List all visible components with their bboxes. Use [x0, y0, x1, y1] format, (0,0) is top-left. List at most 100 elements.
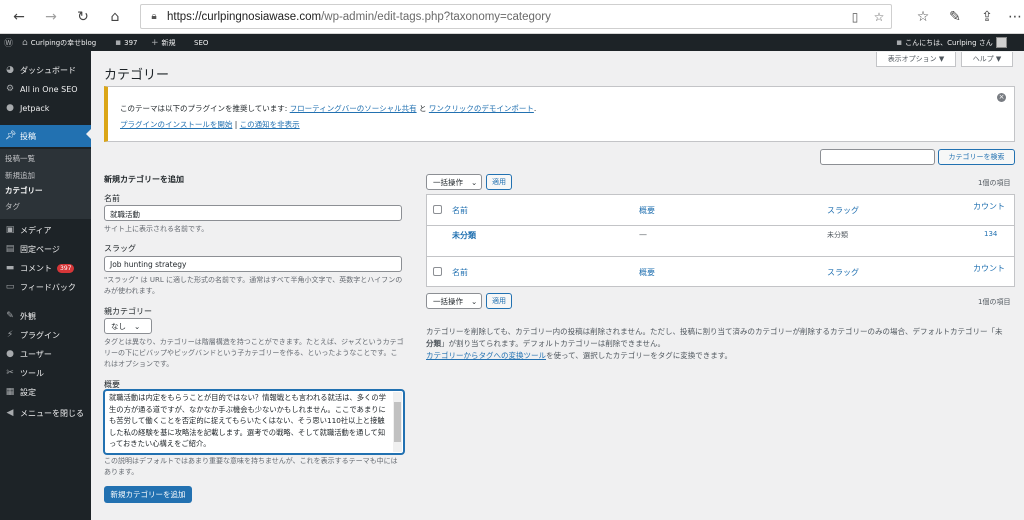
lock-icon[interactable]: 🔒︎ [141, 11, 167, 22]
submenu-all-posts[interactable]: 投稿一覧 [5, 153, 35, 164]
column-description-bottom[interactable]: 概要 [639, 267, 655, 278]
collapse-menu-button[interactable]: ◀ メニューを閉じる [0, 404, 91, 422]
category-slug: 未分類 [827, 231, 848, 239]
select-all-checkbox[interactable] [433, 205, 442, 214]
home-icon[interactable]: ⌂ [104, 6, 126, 28]
dismiss-icon[interactable]: × [997, 93, 1006, 102]
column-name[interactable]: 名前 [452, 205, 468, 216]
plugin-notice: このテーマは以下のプラグインを推奨しています: フローティングバーのソーシャル共… [104, 86, 1015, 142]
column-description[interactable]: 概要 [639, 205, 655, 216]
comments-link[interactable]: ▪ 397 [115, 34, 137, 51]
pen-icon[interactable]: ✎ [944, 6, 966, 28]
table-header-row: 名前 概要 スラッグ カウント [427, 195, 1014, 226]
collapse-icon: ◀ [6, 408, 14, 418]
seo-icon: ⚙ [5, 84, 15, 94]
help-button[interactable]: ヘルプ ▼ [961, 52, 1013, 67]
select-all-checkbox-bottom[interactable] [433, 267, 442, 276]
search-categories-button[interactable]: カテゴリーを検索 [938, 149, 1015, 165]
sidebar-item-dashboard[interactable]: ◕ ダッシュボード [0, 61, 91, 79]
sidebar-item-comments[interactable]: ▬ コメント 397 [0, 259, 91, 277]
settings-icon: ▦ [5, 387, 15, 397]
sidebar-item-feedback[interactable]: ▭ フィードバック [0, 278, 91, 296]
site-name-link[interactable]: ⌂ Curlpingの幸せblog [22, 34, 96, 51]
notice-link-demo-import[interactable]: ワンクリックのデモインポート [429, 104, 534, 113]
current-arrow [86, 129, 91, 139]
description-textarea[interactable]: 就職活動は内定をもらうことが目的ではない？情報戦とも言われる就活は、多くの学生の… [104, 390, 404, 454]
feedback-icon: ▭ [5, 282, 15, 292]
address-bar[interactable]: 🔒︎ https://curlpingnosiawase.com/wp-admi… [140, 4, 892, 29]
new-content-link[interactable]: + 新規 [151, 34, 176, 51]
appearance-icon: ✎ [6, 311, 14, 321]
submenu-categories[interactable]: カテゴリー [5, 185, 43, 196]
column-slug[interactable]: スラッグ [827, 205, 859, 216]
seo-link[interactable]: SEO [194, 34, 208, 51]
comment-count-badge: 397 [57, 263, 75, 273]
avatar [995, 37, 1007, 48]
category-name-link[interactable]: 未分類 [452, 230, 476, 241]
bulk-action-select-top[interactable]: 一括操作 ⌄ [426, 174, 482, 190]
categories-table: 名前 概要 スラッグ カウント 未分類 — 未分類 134 名前 概要 スラッグ… [426, 194, 1015, 287]
comment-icon: ▬ [5, 263, 15, 273]
apply-button-bottom[interactable]: 適用 [486, 293, 512, 309]
wordpress-logo-icon[interactable]: Ⓦ [4, 34, 13, 51]
page-icon: ▤ [5, 244, 15, 254]
favorite-star-icon[interactable]: ☆ [871, 10, 887, 24]
category-tag-converter-link[interactable]: カテゴリーからタグへの変換ツール [426, 351, 546, 360]
jetpack-icon: ● [6, 103, 14, 113]
category-delete-note: カテゴリーを削除しても、カテゴリー内の投稿は削除されません。ただし、投稿に割り当… [426, 327, 1003, 360]
sidebar-item-jetpack[interactable]: ● Jetpack [0, 99, 91, 117]
sidebar-item-media[interactable]: ▣ メディア [0, 221, 91, 239]
sidebar-item-pages[interactable]: ▤ 固定ページ [0, 240, 91, 258]
url-text[interactable]: https://curlpingnosiawase.com/wp-admin/e… [167, 11, 551, 23]
submenu-add-new[interactable]: 新規追加 [5, 170, 35, 181]
description-label: 概要 [104, 380, 120, 389]
sidebar-item-posts[interactable]: 📌︎ 投稿 [0, 125, 91, 147]
notice-link-social-share[interactable]: フローティングバーのソーシャル共有 [290, 104, 417, 113]
category-search-input[interactable] [820, 149, 935, 165]
sidebar-item-plugins[interactable]: ⚡︎ プラグイン [0, 326, 91, 344]
more-icon[interactable]: ⋯ [1004, 6, 1024, 28]
share-icon[interactable]: ⇪ [976, 6, 998, 28]
parent-help: タグとは異なり、カテゴリーは階層構造を持つことができます。たとえば、ジャズという… [104, 338, 404, 368]
name-label: 名前 [104, 194, 120, 203]
slug-label: スラッグ [104, 244, 136, 253]
category-description: — [639, 230, 647, 239]
screen-options-button[interactable]: 表示オプション ▼ [876, 52, 956, 67]
favorites-icon[interactable]: ☆ [912, 6, 934, 28]
lock-icon: ▪ [896, 37, 903, 48]
dashboard-icon: ◕ [6, 65, 14, 75]
description-help: この説明はデフォルトではあまり重要な意味を持ちませんが、これを表示するテーマも中… [104, 457, 398, 476]
name-input[interactable]: 就職活動 [104, 205, 402, 221]
add-category-button[interactable]: 新規カテゴリーを追加 [104, 486, 192, 503]
column-count-bottom[interactable]: カウント [973, 263, 1005, 274]
column-count[interactable]: カウント [973, 201, 1005, 212]
plus-icon: + [151, 37, 159, 48]
sidebar-item-users[interactable]: ● ユーザー [0, 345, 91, 363]
sidebar-item-appearance[interactable]: ✎ 外観 [0, 307, 91, 325]
account-link[interactable]: ▪ こんにちは、Curlping さん [896, 34, 1007, 51]
browser-toolbar: ← → ↻ ⌂ 🔒︎ https://curlpingnosiawase.com… [0, 0, 1024, 34]
textarea-scrollbar[interactable] [393, 392, 402, 452]
forward-icon[interactable]: → [40, 6, 62, 28]
comment-icon: ▪ [115, 37, 122, 48]
table-footer-row: 名前 概要 スラッグ カウント [427, 256, 1014, 287]
notice-text: このテーマは以下のプラグインを推奨しています: フローティングバーのソーシャル共… [120, 104, 537, 113]
category-count-link[interactable]: 134 [984, 230, 997, 238]
install-plugins-link[interactable]: プラグインのインストールを開始 [120, 120, 232, 129]
back-icon[interactable]: ← [8, 6, 30, 28]
hide-notice-link[interactable]: この通知を非表示 [240, 120, 300, 129]
submenu-tags[interactable]: タグ [5, 201, 20, 212]
bulk-action-select-bottom[interactable]: 一括操作 ⌄ [426, 293, 482, 309]
column-slug-bottom[interactable]: スラッグ [827, 267, 859, 278]
refresh-icon[interactable]: ↻ [72, 6, 94, 28]
slug-input[interactable]: Job hunting strategy [104, 256, 402, 272]
sidebar-item-seo[interactable]: ⚙ All in One SEO [0, 80, 91, 98]
column-name-bottom[interactable]: 名前 [452, 267, 468, 278]
pin-icon: 📌︎ [5, 131, 17, 141]
sidebar-item-settings[interactable]: ▦ 設定 [0, 383, 91, 401]
chevron-down-icon: ⌄ [471, 177, 478, 187]
sidebar-item-tools[interactable]: ✂︎ ツール [0, 364, 91, 382]
parent-select[interactable]: なし ⌄ [104, 318, 152, 334]
apply-button-top[interactable]: 適用 [486, 174, 512, 190]
reading-view-icon[interactable]: ▯ [847, 10, 863, 24]
